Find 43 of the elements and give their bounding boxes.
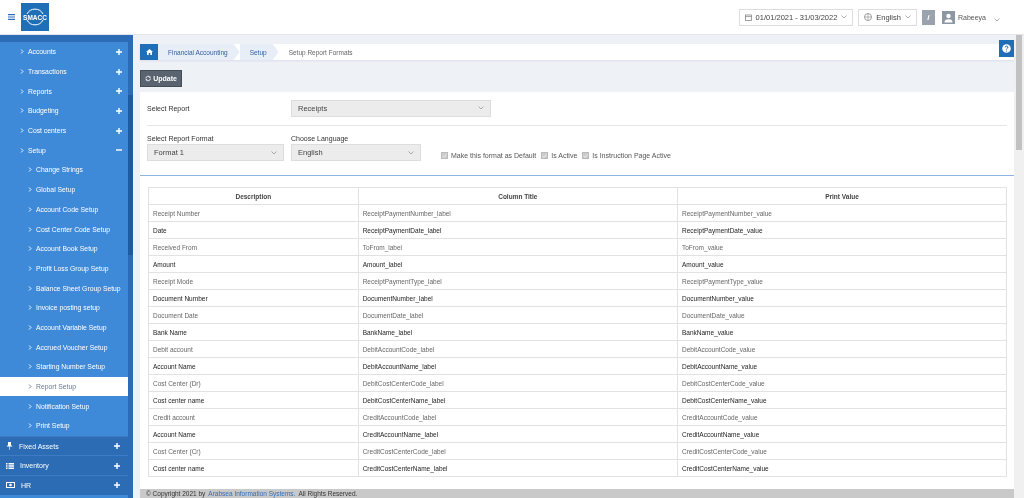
chevron-down-icon	[408, 150, 414, 155]
chevron-right-icon	[28, 344, 32, 350]
help-button[interactable]	[999, 40, 1014, 57]
refresh-icon	[145, 75, 152, 82]
calendar-icon	[744, 13, 752, 21]
chevron-right-icon	[28, 265, 32, 271]
home-button[interactable]	[140, 44, 158, 60]
chevron-right-icon	[20, 128, 24, 134]
check-icon	[583, 153, 589, 158]
user-avatar-icon	[941, 10, 955, 24]
chevron-right-icon	[28, 246, 32, 252]
menu-icon[interactable]	[8, 14, 15, 20]
chevron-down-icon	[994, 18, 1000, 22]
globe-icon	[864, 13, 873, 21]
chevron-right-icon	[28, 167, 32, 173]
chevron-down-icon	[904, 15, 911, 19]
money-icon	[6, 482, 15, 489]
check-icon	[442, 153, 447, 158]
chevron-right-icon	[28, 324, 32, 330]
list-icon	[6, 462, 14, 469]
info-button[interactable]: i	[921, 9, 935, 25]
check-icon	[542, 153, 548, 158]
chevron-right-icon	[28, 423, 32, 429]
chevron-right-icon	[20, 49, 24, 55]
chevron-right-icon	[28, 187, 32, 193]
chevron-down-icon	[271, 150, 277, 155]
chevron-right-icon	[20, 69, 24, 75]
home-icon	[145, 49, 153, 55]
chevron-right-icon	[28, 364, 32, 370]
chevron-down-icon	[841, 15, 848, 19]
chevron-right-icon	[20, 147, 24, 153]
sidebar-scrollbar[interactable]	[128, 35, 133, 498]
help-icon	[1002, 44, 1011, 53]
chevron-right-icon	[20, 88, 24, 94]
chevron-right-icon	[28, 384, 32, 390]
chevron-down-icon	[478, 106, 484, 110]
chevron-right-icon	[28, 206, 32, 212]
chevron-right-icon	[28, 305, 32, 311]
chevron-right-icon	[28, 285, 32, 291]
chevron-right-icon	[28, 226, 32, 232]
chevron-right-icon	[20, 108, 24, 114]
chevron-right-icon	[28, 403, 32, 409]
pin-icon	[6, 442, 13, 451]
